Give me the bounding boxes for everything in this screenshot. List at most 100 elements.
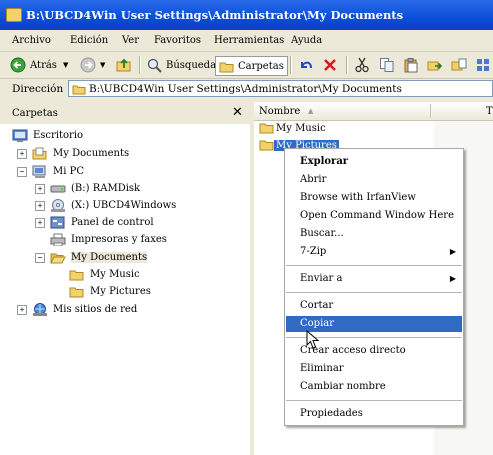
folder-icon bbox=[69, 287, 84, 297]
copy-to-folder-icon bbox=[451, 58, 467, 71]
tree-item-panel-de-control[interactable]: Panel de control bbox=[50, 214, 154, 230]
file-name: My Music bbox=[276, 122, 326, 134]
folders-pane-header: Carpetas ✕ bbox=[0, 102, 250, 124]
column-name-header[interactable]: Nombre bbox=[259, 106, 300, 117]
undo-button[interactable] bbox=[298, 56, 314, 74]
tree-label: My Music bbox=[90, 268, 140, 280]
tree-item-mi-pc[interactable]: Mi PC bbox=[32, 163, 84, 179]
collapse-minus-icon[interactable]: − bbox=[17, 167, 27, 177]
menu-favoritos[interactable]: Favoritos bbox=[154, 35, 201, 46]
tree-label: Mi PC bbox=[53, 165, 84, 177]
menu-item-label: Enviar a bbox=[300, 273, 343, 284]
documents-icon bbox=[32, 147, 47, 159]
tree-label: My Documents bbox=[53, 147, 130, 159]
menu-separator bbox=[286, 292, 462, 293]
tree-label: (B:) RAMDisk bbox=[71, 182, 141, 194]
tree-label: (X:) UBCD4Windows bbox=[71, 199, 177, 211]
menu-item-7zip[interactable]: 7-Zip ▶ bbox=[286, 244, 462, 260]
tree-label: Impresoras y faxes bbox=[71, 233, 167, 245]
copy-button[interactable] bbox=[379, 56, 395, 74]
back-button[interactable]: Atrás ▼ bbox=[10, 56, 68, 74]
menu-item-open-command-window[interactable]: Open Command Window Here bbox=[286, 208, 462, 224]
tree-item-ramdisk[interactable]: (B:) RAMDisk bbox=[50, 180, 140, 196]
copy-to-button[interactable] bbox=[451, 56, 467, 74]
mouse-pointer-icon bbox=[306, 330, 320, 349]
tree-item-escritorio[interactable]: Escritorio bbox=[12, 127, 83, 143]
sort-ascending-icon: ▲ bbox=[308, 107, 314, 115]
expand-plus-icon[interactable]: + bbox=[35, 184, 45, 194]
expand-plus-icon[interactable]: + bbox=[35, 218, 45, 228]
close-icon[interactable]: ✕ bbox=[232, 105, 243, 120]
collapse-minus-icon[interactable]: − bbox=[35, 253, 45, 263]
title-bar[interactable]: B:\UBCD4Win User Settings\Administrator\… bbox=[0, 0, 493, 30]
tree-item-my-music[interactable]: My Music bbox=[69, 266, 140, 282]
folder-open-icon bbox=[50, 253, 66, 263]
cut-button[interactable] bbox=[354, 56, 370, 74]
tree-label: Panel de control bbox=[71, 216, 154, 228]
paste-button[interactable] bbox=[403, 56, 419, 74]
chevron-down-icon[interactable]: ▼ bbox=[63, 61, 68, 69]
menu-separator bbox=[286, 265, 462, 266]
menu-archivo[interactable]: Archivo bbox=[12, 35, 51, 46]
menu-item-eliminar[interactable]: Eliminar bbox=[286, 361, 462, 377]
folders-label: Carpetas bbox=[238, 60, 284, 72]
menu-item-enviar-a[interactable]: Enviar a ▶ bbox=[286, 271, 462, 287]
menu-item-buscar[interactable]: Buscar... bbox=[286, 226, 462, 242]
desktop-icon bbox=[12, 129, 28, 142]
search-button[interactable]: Búsqueda bbox=[147, 56, 216, 74]
scissors-icon bbox=[355, 57, 369, 73]
tree-item-impresoras[interactable]: Impresoras y faxes bbox=[50, 231, 167, 247]
folder-icon bbox=[72, 85, 86, 95]
forward-button[interactable]: ▼ bbox=[80, 56, 105, 74]
context-menu: Explorar Abrir Browse with IrfanView Ope… bbox=[284, 148, 464, 426]
expand-plus-icon[interactable]: + bbox=[17, 305, 27, 315]
address-bar: Dirección B:\UBCD4Win User Settings\Admi… bbox=[0, 79, 493, 99]
control-panel-icon bbox=[50, 216, 65, 228]
menu-item-cambiar-nombre[interactable]: Cambiar nombre bbox=[286, 379, 462, 395]
menu-item-label: 7-Zip bbox=[300, 246, 327, 257]
submenu-arrow-icon: ▶ bbox=[449, 247, 456, 256]
expand-plus-icon[interactable]: + bbox=[35, 201, 45, 211]
toolbar-separator bbox=[290, 56, 292, 74]
menu-item-abrir[interactable]: Abrir bbox=[286, 172, 462, 188]
file-item-my-music[interactable]: My Music bbox=[259, 121, 328, 135]
column-next-header[interactable]: T bbox=[486, 106, 493, 117]
computer-icon bbox=[32, 165, 46, 178]
menu-item-cortar[interactable]: Cortar bbox=[286, 298, 462, 314]
tree-item-ubcd4windows[interactable]: (X:) UBCD4Windows bbox=[50, 197, 176, 213]
up-folder-button[interactable] bbox=[116, 56, 132, 74]
move-to-button[interactable] bbox=[427, 56, 443, 74]
forward-arrow-icon bbox=[80, 57, 96, 73]
tree-item-my-pictures[interactable]: My Pictures bbox=[69, 283, 151, 299]
menu-ver[interactable]: Ver bbox=[122, 35, 139, 46]
views-button[interactable] bbox=[476, 56, 492, 74]
window-title: B:\UBCD4Win User Settings\Administrator\… bbox=[26, 8, 404, 22]
folders-pane: Carpetas ✕ Escritorio + My Documents − M… bbox=[0, 102, 254, 455]
address-input[interactable]: B:\UBCD4Win User Settings\Administrator\… bbox=[68, 80, 493, 97]
address-label: Dirección bbox=[12, 83, 64, 95]
folder-icon bbox=[219, 62, 234, 72]
printer-icon bbox=[50, 233, 66, 246]
back-arrow-icon bbox=[10, 57, 26, 73]
folder-icon bbox=[6, 8, 22, 22]
menu-herramientas[interactable]: Herramientas bbox=[214, 35, 284, 46]
tree-item-my-documents-open[interactable]: My Documents bbox=[50, 249, 148, 265]
menu-separator bbox=[286, 400, 462, 401]
menu-item-browse-irfanview[interactable]: Browse with IrfanView bbox=[286, 190, 462, 206]
column-divider[interactable] bbox=[430, 104, 431, 118]
tree-item-my-documents[interactable]: My Documents bbox=[32, 145, 129, 161]
move-to-folder-icon bbox=[427, 61, 443, 71]
chevron-down-icon[interactable]: ▼ bbox=[100, 61, 105, 69]
undo-icon bbox=[301, 61, 312, 69]
menu-ayuda[interactable]: Ayuda bbox=[291, 35, 322, 46]
folders-button[interactable]: Carpetas bbox=[215, 56, 288, 76]
menu-edicion[interactable]: Edición bbox=[70, 35, 108, 46]
menu-item-explorar[interactable]: Explorar bbox=[286, 154, 462, 170]
menu-item-propiedades[interactable]: Propiedades bbox=[286, 406, 462, 422]
delete-button[interactable] bbox=[322, 56, 338, 74]
expand-plus-icon[interactable]: + bbox=[17, 149, 27, 159]
folder-icon bbox=[259, 123, 274, 134]
tree-item-mis-sitios-de-red[interactable]: Mis sitios de red bbox=[32, 301, 137, 317]
toolbar-separator bbox=[139, 56, 141, 74]
tree-label: Mis sitios de red bbox=[53, 303, 138, 315]
